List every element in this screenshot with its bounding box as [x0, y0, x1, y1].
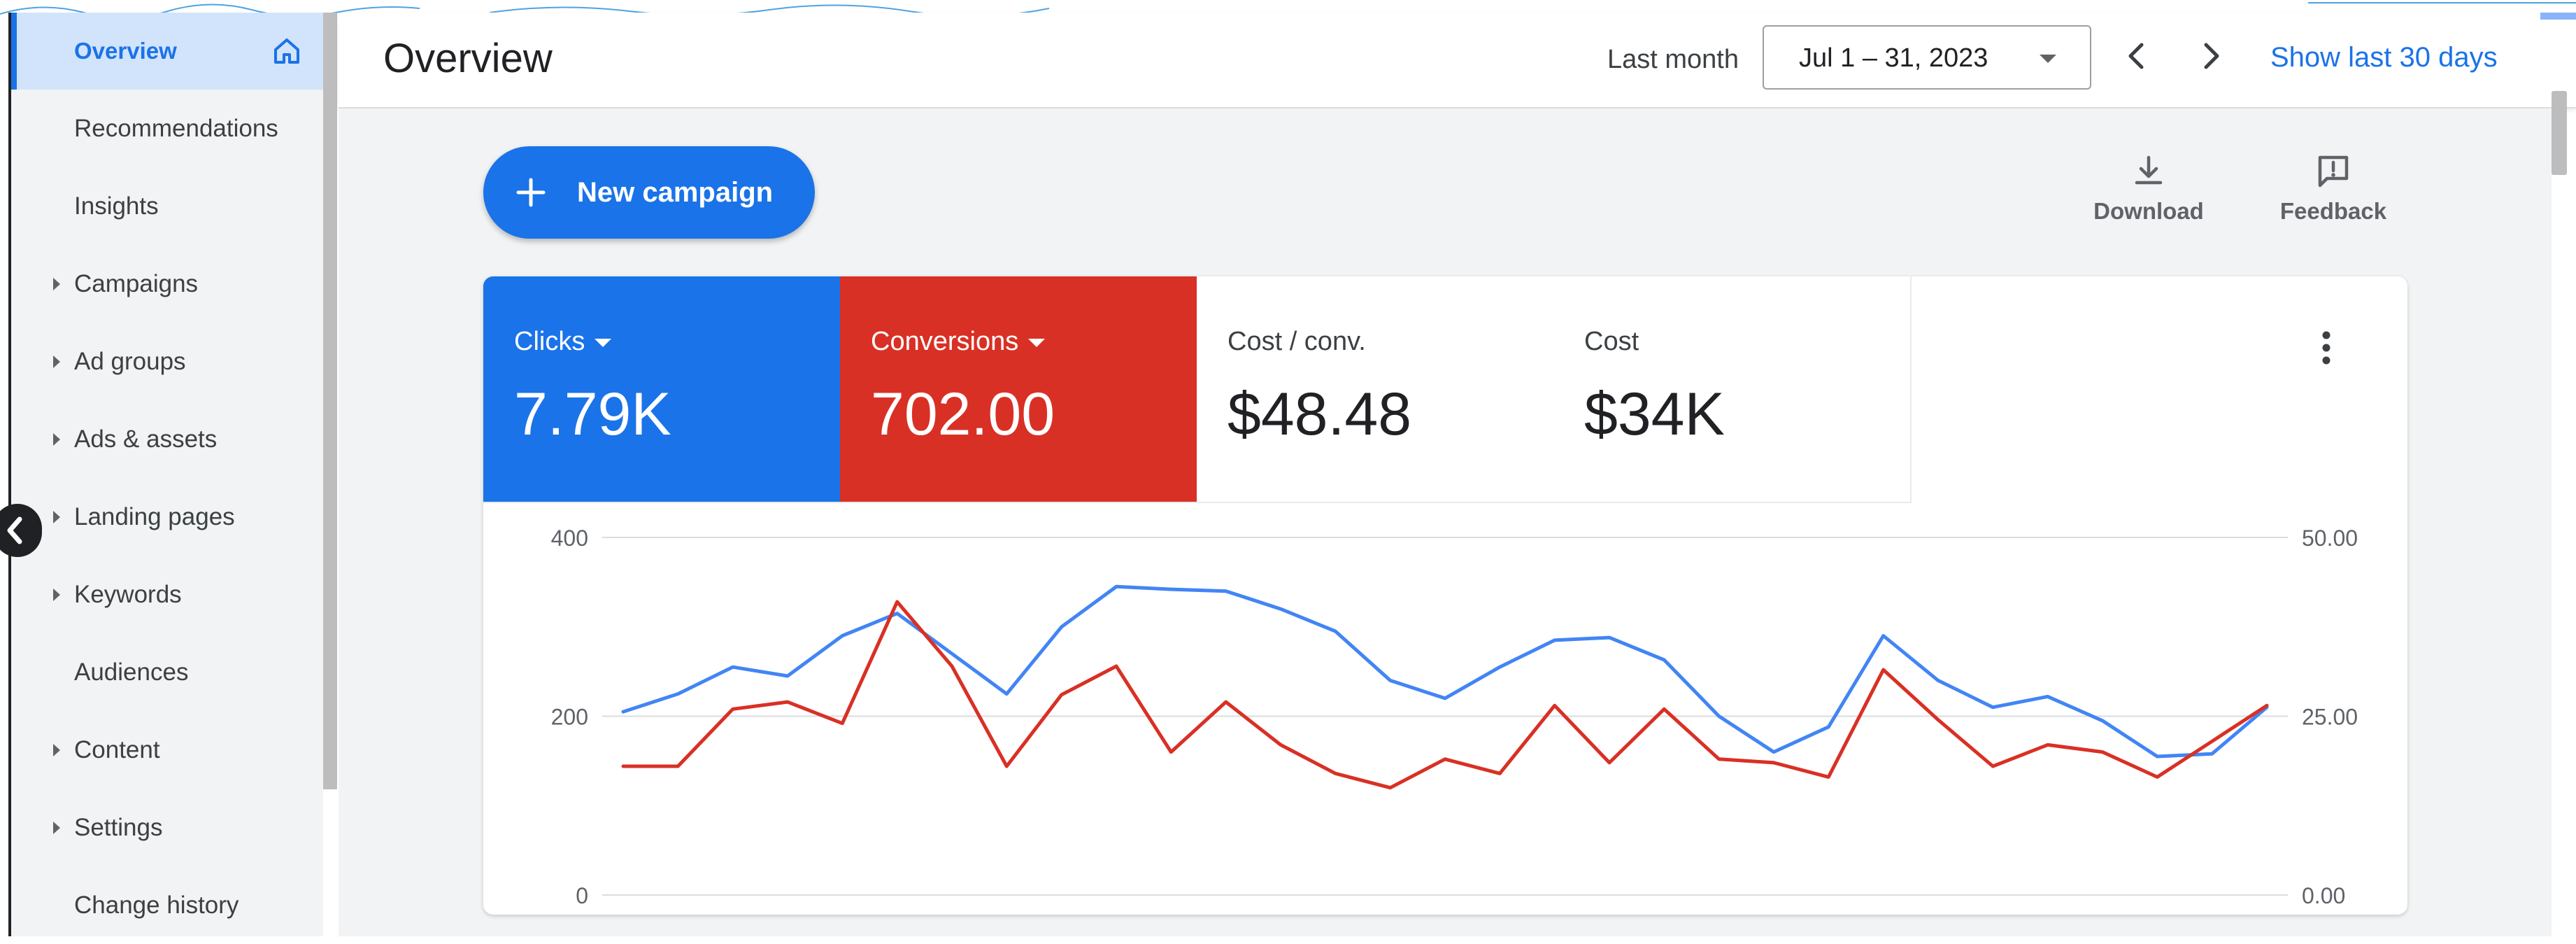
sidebar-item-label: Change history [74, 892, 239, 919]
collapse-sidebar-button[interactable] [0, 504, 42, 557]
sidebar-item-campaigns[interactable]: Campaigns [11, 246, 323, 323]
expand-caret-icon [53, 822, 60, 834]
metric-conversions[interactable]: Conversions 702.00 [840, 276, 1198, 503]
range-label: Last month [1607, 45, 1739, 74]
dropdown-arrow-icon [2040, 55, 2056, 63]
date-range-value: Jul 1 – 31, 2023 [1799, 43, 1988, 73]
sidebar-item-label: Ad groups [74, 348, 186, 375]
feedback-icon [2318, 155, 2349, 188]
sidebar-item-label: Content [74, 736, 160, 763]
metric-conversions-name: Conversions [871, 327, 1046, 357]
sidebar-item-label: Settings [74, 814, 163, 841]
sidebar-item-change-history[interactable]: Change history [11, 867, 323, 944]
sidebar-item-settings[interactable]: Settings [11, 789, 323, 866]
x-tick-label: Jul 1, 2023 [623, 911, 733, 915]
sidebar-item-audiences[interactable]: Audiences [11, 634, 323, 711]
page-header: Overview Last month Jul 1 – 31, 2023 Sho… [339, 13, 2576, 108]
sidebar-item-ad-groups[interactable]: Ad groups [11, 323, 323, 400]
expand-caret-icon [53, 589, 60, 601]
metric-cost-per-conv[interactable]: Cost / conv. $48.48 [1197, 276, 1555, 503]
expand-caret-icon [53, 355, 60, 368]
sidebar-item-insights[interactable]: Insights [11, 168, 323, 245]
metric-cost[interactable]: Cost $34K [1553, 276, 1912, 503]
expand-caret-icon [53, 511, 60, 523]
expand-caret-icon [53, 278, 60, 290]
home-icon [274, 38, 299, 64]
more-options-button[interactable] [2316, 327, 2337, 369]
show-last-30-days-link[interactable]: Show last 30 days [2270, 42, 2498, 73]
series-line-conversions [621, 600, 2269, 790]
more-vert-icon [2322, 331, 2331, 365]
sidebar-item-overview[interactable]: Overview [11, 13, 323, 90]
main-content: New campaign Download Feedback Clicks 7.… [339, 108, 2552, 936]
sidebar-item-label: Recommendations [74, 115, 278, 142]
previous-period-button[interactable] [2109, 28, 2165, 84]
metric-conversions-label: Conversions [871, 327, 1019, 356]
sidebar-item-label: Ads & assets [74, 425, 218, 453]
chevron-right-icon [2204, 43, 2219, 69]
metric-clicks[interactable]: Clicks 7.79K [483, 276, 841, 503]
sidebar-item-label: Campaigns [74, 270, 199, 297]
metric-conversions-value: 702.00 [871, 381, 1055, 448]
dropdown-arrow-icon [595, 338, 612, 347]
metric-cost-per-conv-value: $48.48 [1227, 381, 1412, 448]
metric-clicks-value: 7.79K [514, 381, 671, 448]
x-tick-label: Jul 31, 2023 [2145, 911, 2267, 915]
sidebar-item-keywords[interactable]: Keywords [11, 556, 323, 633]
y-left-tick-label: 200 [551, 705, 588, 730]
sidebar-item-ads-and-assets[interactable]: Ads & assets [11, 401, 323, 478]
sidebar-item-label: Audiences [74, 658, 189, 686]
next-period-button[interactable] [2182, 28, 2238, 84]
metric-clicks-name: Clicks [514, 327, 612, 357]
metric-cost-value: $34K [1584, 381, 1725, 448]
dropdown-arrow-icon [1028, 338, 1046, 347]
performance-line-chart: 0 0.00 200 25.00 400 50.00 Jul 1, 2023 Jul 31, … [551, 526, 2358, 915]
new-campaign-button[interactable]: New campaign [483, 146, 815, 239]
y-right-tick-label: 50.00 [2302, 526, 2358, 551]
page-scrollbar[interactable] [2552, 91, 2567, 175]
y-right-tick-label: 0.00 [2302, 883, 2345, 908]
download-button[interactable]: Download [2086, 152, 2212, 236]
page-title: Overview [383, 36, 553, 81]
sidebar-item-content[interactable]: Content [11, 712, 323, 789]
sidebar-item-label: Keywords [74, 581, 182, 608]
download-icon [2135, 155, 2163, 185]
sidebar-item-label: Insights [74, 192, 159, 220]
date-range-select[interactable]: Jul 1 – 31, 2023 [1763, 25, 2091, 90]
plus-icon [516, 178, 546, 207]
metric-cost-per-conv-label: Cost / conv. [1227, 327, 1366, 356]
sidebar-item-recommendations[interactable]: Recommendations [11, 90, 323, 167]
series-line-clicks [621, 584, 2269, 759]
sidebar-item-landing-pages[interactable]: Landing pages [11, 479, 323, 556]
sidebar-scrollbar[interactable] [323, 13, 337, 789]
y-left-tick-label: 400 [551, 526, 588, 551]
sidebar-item-label: Overview [74, 38, 177, 64]
header-accent [2540, 13, 2576, 20]
sidebar-item-label: Landing pages [74, 503, 235, 530]
chevron-left-icon [2128, 43, 2144, 69]
metric-cost-label: Cost [1584, 327, 1639, 356]
y-left-tick-label: 0 [576, 883, 588, 908]
expand-caret-icon [53, 744, 60, 756]
new-campaign-label: New campaign [577, 177, 774, 208]
performance-card: Clicks 7.79K Conversions 702.00 Cost / c… [483, 276, 2407, 915]
feedback-button[interactable]: Feedback [2270, 152, 2396, 236]
feedback-label: Feedback [2279, 198, 2387, 224]
metric-clicks-label: Clicks [514, 327, 585, 356]
expand-caret-icon [53, 433, 60, 446]
sidebar-nav: Overview Recommendations Insights Campaigns… [8, 13, 323, 936]
y-right-tick-label: 25.00 [2302, 705, 2358, 730]
chevron-left-icon [7, 516, 22, 544]
download-label: Download [2093, 198, 2204, 224]
